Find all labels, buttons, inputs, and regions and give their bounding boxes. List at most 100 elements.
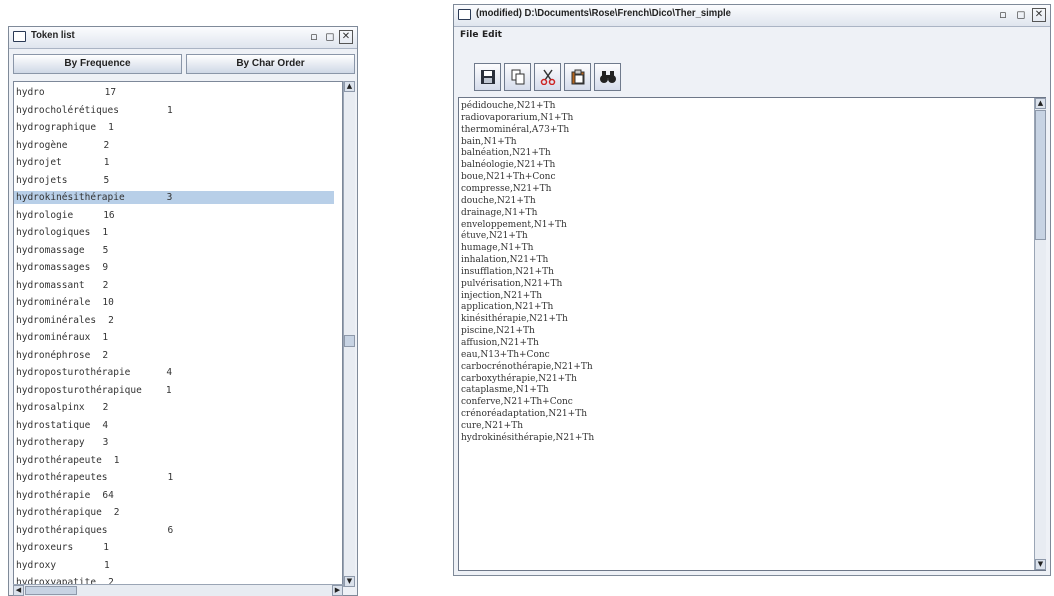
scroll-up-arrow-icon[interactable]: ▲ xyxy=(344,81,355,92)
token-list-item[interactable]: hydroposturothérapie 4 xyxy=(16,366,172,379)
dictionary-entry-line[interactable]: piscine,N21+Th xyxy=(461,326,535,338)
token-list-item[interactable]: hydrogène 2 xyxy=(16,139,109,152)
token-count: 6 xyxy=(167,524,174,536)
token-list-item[interactable]: hydrocholérétiques 1 xyxy=(16,104,173,117)
maximize-icon[interactable]: ◻ xyxy=(1014,8,1028,22)
close-icon[interactable]: ✕ xyxy=(1032,8,1046,22)
save-button[interactable] xyxy=(474,63,501,91)
token-list-item[interactable]: hydrographique 1 xyxy=(16,121,114,134)
token-list-item[interactable]: hydromassages 9 xyxy=(16,261,108,274)
dictionary-text-area[interactable]: pédidouche,N21+Th radiovaporarium,N1+Th th… xyxy=(458,97,1046,571)
by-frequence-button[interactable]: By Frequence xyxy=(13,54,182,74)
scroll-right-arrow-icon[interactable]: ▶ xyxy=(332,585,343,596)
menu-edit[interactable]: Edit xyxy=(482,30,502,40)
token-list-item[interactable]: hydromassage 5 xyxy=(16,244,108,257)
token-word: hydrographique xyxy=(16,122,97,133)
token-list-horizontal-scrollbar[interactable]: ◀ ▶ xyxy=(13,584,343,596)
dictionary-entry-line[interactable]: insufflation,N21+Th xyxy=(461,267,554,279)
token-list-item[interactable]: hydrominéraux 1 xyxy=(16,331,108,344)
scroll-left-arrow-icon[interactable]: ◀ xyxy=(13,585,24,596)
token-count: 2 xyxy=(102,349,109,361)
token-list-vertical-scrollbar[interactable]: ▲ ▼ xyxy=(343,81,355,587)
dictionary-entry-line[interactable]: balnéologie,N21+Th xyxy=(461,160,555,172)
dictionary-entry-line[interactable]: pulvérisation,N21+Th xyxy=(461,279,562,291)
token-list-item[interactable]: hydroposturothérapique 1 xyxy=(16,384,172,397)
dictionary-entry-line[interactable]: hydrokinésithérapie,N21+Th xyxy=(461,433,594,445)
menu-bar: File Edit xyxy=(454,27,1050,43)
token-list-item[interactable]: hydrothérapie 64 xyxy=(16,489,114,502)
dictionary-entry-line[interactable]: inhalation,N21+Th xyxy=(461,255,548,267)
token-word: hydromassage xyxy=(16,244,85,256)
dictionary-entry-line[interactable]: humage,N1+Th xyxy=(461,243,533,255)
token-count: 5 xyxy=(102,244,109,256)
find-button[interactable] xyxy=(594,63,621,91)
dictionary-entry-line[interactable]: douche,N21+Th xyxy=(461,196,536,208)
token-list-item[interactable]: hydrokinésithérapie 3 xyxy=(14,191,334,204)
dictionary-entry-line[interactable]: injection,N21+Th xyxy=(461,291,542,303)
dictionary-entry-line[interactable]: compresse,N21+Th xyxy=(461,184,551,196)
dictionary-entry-line[interactable]: enveloppement,N1+Th xyxy=(461,220,567,232)
token-list-item[interactable]: hydrothérapique 2 xyxy=(16,506,120,519)
dictionary-entry-line[interactable]: kinésithérapie,N21+Th xyxy=(461,314,568,326)
copy-button[interactable] xyxy=(504,63,531,91)
token-list-item[interactable]: hydrothérapeute 1 xyxy=(16,454,120,467)
menu-file[interactable]: File xyxy=(460,30,478,40)
scroll-down-arrow-icon[interactable]: ▼ xyxy=(344,576,355,587)
dictionary-entry-line[interactable]: radiovaporarium,N1+Th xyxy=(461,113,573,125)
dictionary-entry-line[interactable]: thermominéral,A73+Th xyxy=(461,125,569,137)
scroll-thumb[interactable] xyxy=(1035,110,1046,240)
token-word: hydroposturothérapique xyxy=(16,384,142,396)
token-word: hydrothérapique xyxy=(16,507,102,518)
token-list-item[interactable]: hydrologiques 1 xyxy=(16,226,108,239)
minimize-icon[interactable]: ▫ xyxy=(996,8,1010,22)
token-list-titlebar[interactable]: Token list ▫ ◻ ✕ xyxy=(9,27,357,49)
by-char-order-button[interactable]: By Char Order xyxy=(186,54,355,74)
dictionary-entry-line[interactable]: eau,N13+Th+Conc xyxy=(461,350,550,362)
dictionary-entry-line[interactable]: carboxythérapie,N21+Th xyxy=(461,374,577,386)
dictionary-entry-line[interactable]: cataplasme,N1+Th xyxy=(461,385,549,397)
token-list-item[interactable]: hydrominérale 10 xyxy=(16,296,114,309)
token-list-item[interactable]: hydroxy 1 xyxy=(16,559,110,572)
scroll-down-arrow-icon[interactable]: ▼ xyxy=(1035,559,1046,570)
token-list-item[interactable]: hydrotherapy 3 xyxy=(16,436,108,449)
dictionary-entry-line[interactable]: affusion,N21+Th xyxy=(461,338,539,350)
toolbar xyxy=(474,61,649,95)
minimize-icon[interactable]: ▫ xyxy=(307,30,321,44)
paste-button[interactable] xyxy=(564,63,591,91)
dictionary-vertical-scrollbar[interactable]: ▲ ▼ xyxy=(1034,98,1046,570)
dictionary-entry-line[interactable]: crénoréadaptation,N21+Th xyxy=(461,409,587,421)
token-count: 2 xyxy=(102,402,109,413)
dictionary-entry-line[interactable]: carbocrénothérapie,N21+Th xyxy=(461,362,593,374)
token-list-item[interactable]: hydroxeurs 1 xyxy=(16,541,109,554)
dictionary-entry-line[interactable]: application,N21+Th xyxy=(461,302,553,314)
token-list-item[interactable]: hydronéphrose 2 xyxy=(16,349,108,362)
maximize-icon[interactable]: ◻ xyxy=(323,30,337,44)
token-list-item[interactable]: hydrostatique 4 xyxy=(16,419,108,432)
token-list[interactable]: hydro 17 hydrocholérétiques 1 hydrographique… xyxy=(13,81,343,596)
token-list-item[interactable]: hydrojet 1 xyxy=(16,156,110,169)
token-count: 3 xyxy=(166,192,173,203)
dictionary-entry-line[interactable]: cure,N21+Th xyxy=(461,421,523,433)
dictionary-entry-line[interactable]: boue,N21+Th+Conc xyxy=(461,172,556,184)
token-word: hydro xyxy=(16,87,45,98)
token-list-item[interactable]: hydrothérapeutes 1 xyxy=(16,471,173,484)
scroll-up-arrow-icon[interactable]: ▲ xyxy=(1035,98,1046,109)
dictionary-entry-line[interactable]: pédidouche,N21+Th xyxy=(461,101,555,113)
dictionary-entry-line[interactable]: conferve,N21+Th+Conc xyxy=(461,397,573,409)
token-word: hydrostatique xyxy=(16,419,91,431)
token-list-item[interactable]: hydrothérapiques 6 xyxy=(16,524,173,537)
dictionary-entry-line[interactable]: balnéation,N21+Th xyxy=(461,148,551,160)
token-list-item[interactable]: hydrojets 5 xyxy=(16,174,109,187)
token-list-item[interactable]: hydrosalpinx 2 xyxy=(16,401,108,414)
dictionary-entry-line[interactable]: bain,N1+Th xyxy=(461,137,517,149)
token-list-item[interactable]: hydrominérales 2 xyxy=(16,314,114,327)
close-icon[interactable]: ✕ xyxy=(339,30,353,44)
token-list-item[interactable]: hydromassant 2 xyxy=(16,279,108,292)
cut-button[interactable] xyxy=(534,63,561,91)
token-list-item[interactable]: hydro 17 xyxy=(16,86,116,99)
token-list-item[interactable]: hydrologie 16 xyxy=(16,209,115,222)
dictionary-entry-line[interactable]: drainage,N1+Th xyxy=(461,208,537,220)
dictionary-editor-titlebar[interactable]: (modified) D:\Documents\Rose\French\Dico… xyxy=(454,5,1050,27)
dictionary-entry-line[interactable]: étuve,N21+Th xyxy=(461,231,528,243)
scroll-thumb[interactable] xyxy=(344,335,355,347)
